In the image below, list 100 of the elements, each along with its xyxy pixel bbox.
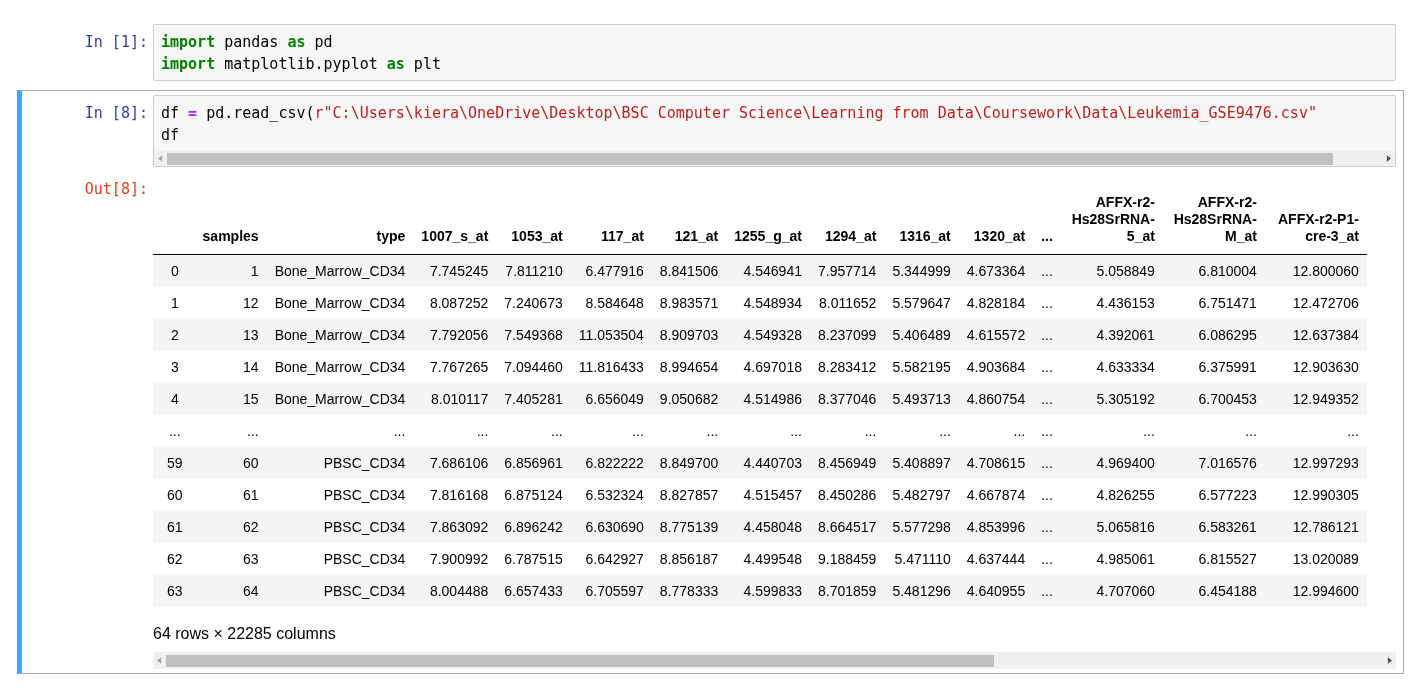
- table-cell: 9.050682: [651, 383, 727, 415]
- table-cell: 1: [194, 254, 267, 287]
- table-cell: 4.546941: [726, 254, 810, 287]
- table-cell: 6.577223: [1162, 479, 1265, 511]
- row-index: 61: [153, 511, 195, 543]
- horizontal-scrollbar[interactable]: [153, 652, 1396, 669]
- table-cell: ...: [413, 415, 497, 447]
- row-index: 3: [153, 351, 195, 383]
- table-cell: 7.405281: [496, 383, 571, 415]
- table-cell: 8.004488: [413, 575, 497, 607]
- table-cell: 4.436153: [1060, 287, 1163, 319]
- table-cell: 4.549328: [726, 319, 810, 351]
- table-cell: 5.344999: [884, 254, 959, 287]
- table-cell: 5.579647: [884, 287, 959, 319]
- table-cell: 6.705597: [570, 575, 652, 607]
- table-cell: 6.477916: [570, 254, 652, 287]
- table-cell: 4.548934: [726, 287, 810, 319]
- table-cell: 8.841506: [651, 254, 727, 287]
- table-cell: ...: [1033, 511, 1061, 543]
- column-header: 1316_at: [884, 190, 959, 255]
- table-cell: 4.673364: [958, 254, 1034, 287]
- column-header: ...: [1033, 190, 1061, 255]
- table-cell: 6.086295: [1162, 319, 1265, 351]
- table-cell: 8.849700: [651, 447, 727, 479]
- scroll-right-icon[interactable]: [1386, 155, 1391, 162]
- table-cell: 8.778333: [651, 575, 727, 607]
- table-cell: 4.392061: [1060, 319, 1163, 351]
- table-cell: 63: [194, 543, 267, 575]
- column-header: 1294_at: [810, 190, 885, 255]
- row-index: 59: [153, 447, 195, 479]
- table-cell: ...: [1033, 319, 1061, 351]
- table-cell: 8.456949: [810, 447, 885, 479]
- table-cell: ...: [726, 415, 810, 447]
- table-cell: 7.767265: [413, 351, 497, 383]
- code-editor[interactable]: import pandas as pd import matplotlib.pyplot as plt: [153, 24, 1396, 81]
- horizontal-scrollbar[interactable]: [154, 151, 1395, 166]
- table-cell: ...: [1033, 383, 1061, 415]
- table-cell: PBSC_CD34: [266, 543, 414, 575]
- table-cell: ...: [1033, 254, 1061, 287]
- table-cell: ...: [266, 415, 414, 447]
- table-cell: 7.863092: [413, 511, 497, 543]
- scroll-left-icon[interactable]: [158, 155, 163, 162]
- table-cell: 7.816168: [413, 479, 497, 511]
- table-cell: 61: [194, 479, 267, 511]
- row-index: 62: [153, 543, 195, 575]
- row-index: 63: [153, 575, 195, 607]
- table-cell: 4.903684: [958, 351, 1034, 383]
- table-cell: ...: [194, 415, 267, 447]
- row-index: 1: [153, 287, 195, 319]
- column-header: samples: [194, 190, 267, 255]
- table-cell: 4.969400: [1060, 447, 1163, 479]
- table-cell: 5.406489: [884, 319, 959, 351]
- notebook-cell[interactable]: In [1]: import pandas as pd import matplotlib.pyplot as plt: [17, 19, 1404, 86]
- table-cell: 6.583261: [1162, 511, 1265, 543]
- table-cell: 12.800060: [1264, 254, 1367, 287]
- scroll-left-icon[interactable]: [157, 657, 162, 664]
- table-cell: 8.909703: [651, 319, 727, 351]
- table-cell: 12.472706: [1264, 287, 1367, 319]
- table-cell: 12.903630: [1264, 351, 1367, 383]
- table-cell: 5.408897: [884, 447, 959, 479]
- table-cell: 4.985061: [1060, 543, 1163, 575]
- table-cell: Bone_Marrow_CD34: [266, 287, 414, 319]
- table-cell: Bone_Marrow_CD34: [266, 319, 414, 351]
- column-header: AFFX-r2-Hs28SrRNA-M_at: [1162, 190, 1265, 255]
- table-cell: 13: [194, 319, 267, 351]
- column-header: 1053_at: [496, 190, 571, 255]
- table-cell: 7.549368: [496, 319, 571, 351]
- table-cell: ...: [570, 415, 652, 447]
- table-cell: 64: [194, 575, 267, 607]
- table-cell: 4.640955: [958, 575, 1034, 607]
- table-cell: 62: [194, 511, 267, 543]
- code-editor[interactable]: df = pd.read_csv(r"C:\Users\kiera\OneDrive\Desktop\BSC Computer Science\Learning from Data\Coursework\Data\Leukemia_GSE9476.csv" df: [153, 95, 1396, 167]
- table-cell: 6.787515: [496, 543, 571, 575]
- scroll-right-icon[interactable]: [1387, 657, 1392, 664]
- table-cell: 4.667874: [958, 479, 1034, 511]
- table-cell: 11.053504: [570, 319, 652, 351]
- notebook-cell[interactable]: [17, 90, 1404, 674]
- column-header: 1320_at: [958, 190, 1034, 255]
- table-cell: ...: [496, 415, 571, 447]
- table-cell: 8.775139: [651, 511, 727, 543]
- table-cell: 12.786121: [1264, 511, 1367, 543]
- table-cell: 8.827857: [651, 479, 727, 511]
- row-index: ...: [153, 415, 195, 447]
- table-cell: 4.707060: [1060, 575, 1163, 607]
- code-line: df = pd.read_csv(r"C:\Users\kiera\OneDrive\Desktop\BSC Computer Science\Learning from Data\Coursework\Data\Leukemia_GSE9476.csv": [161, 103, 1318, 124]
- table-cell: 8.584648: [570, 287, 652, 319]
- table-cell: 5.305192: [1060, 383, 1163, 415]
- output-prompt: Out[8]:: [83, 179, 149, 200]
- table-cell: ...: [884, 415, 959, 447]
- table-cell: 6.875124: [496, 479, 571, 511]
- table-cell: 5.482797: [884, 479, 959, 511]
- table-cell: 11.816433: [570, 351, 652, 383]
- table-cell: 4.826255: [1060, 479, 1163, 511]
- table-cell: 7.016576: [1162, 447, 1265, 479]
- table-cell: 4.697018: [726, 351, 810, 383]
- table-cell: 6.532324: [570, 479, 652, 511]
- table-cell: 12.637384: [1264, 319, 1367, 351]
- table-cell: PBSC_CD34: [266, 575, 414, 607]
- table-cell: ...: [1033, 447, 1061, 479]
- table-cell: 5.582195: [884, 351, 959, 383]
